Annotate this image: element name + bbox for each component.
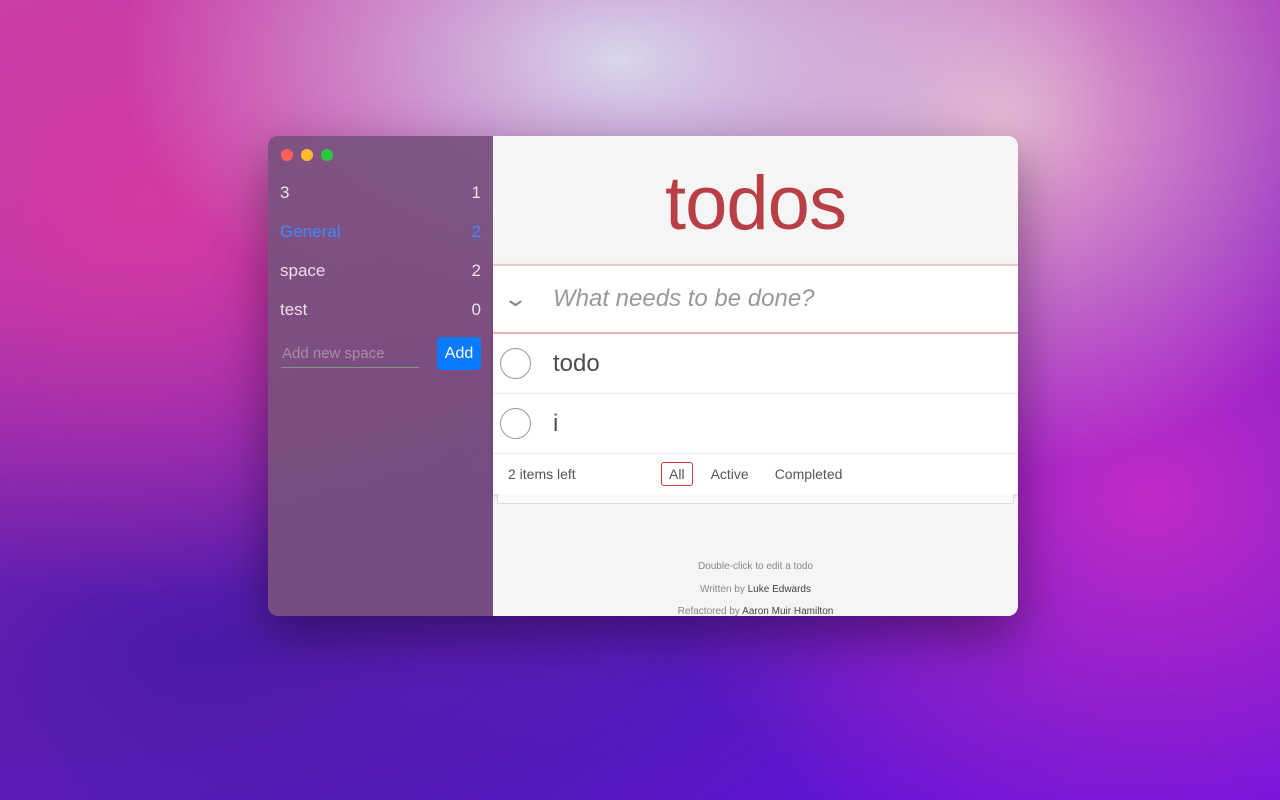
refactor-author-link[interactable]: Aaron Muir Hamilton xyxy=(742,606,833,616)
space-count: 0 xyxy=(471,300,481,319)
space-count: 2 xyxy=(471,261,481,280)
list-stack-decoration xyxy=(497,494,1014,504)
refactored-by-label: Refactored by xyxy=(677,606,740,616)
todo-label[interactable]: todo xyxy=(553,350,600,378)
toggle-all-chevron-icon[interactable]: ⌄ xyxy=(484,286,547,312)
app-window: 31 General2 space2 test0 Add todos ⌄ tod… xyxy=(268,136,1018,616)
space-item[interactable]: General 2 xyxy=(268,222,493,261)
space-item[interactable]: 31 xyxy=(268,183,493,222)
items-left-count: 2 items left xyxy=(508,466,576,482)
space-count: 2 xyxy=(471,222,481,241)
author-link[interactable]: Luke Edwards xyxy=(748,584,811,595)
filter-completed[interactable]: Completed xyxy=(767,462,851,486)
todo-checkbox[interactable] xyxy=(500,348,531,379)
app-title: todos xyxy=(665,161,847,246)
todo-item[interactable]: todo xyxy=(493,334,1018,394)
edit-hint: Double-click to edit a todo xyxy=(697,561,814,572)
todo-label[interactable]: i xyxy=(553,410,558,438)
space-count: 1 xyxy=(471,183,481,202)
todo-checkbox[interactable] xyxy=(500,408,531,439)
space-name: General xyxy=(280,222,341,241)
space-item[interactable]: test 0 xyxy=(268,300,493,339)
new-space-input[interactable] xyxy=(281,339,419,368)
filter-active[interactable]: Active xyxy=(703,462,757,486)
space-name: test xyxy=(280,300,308,319)
sidebar: 31 General 2 space 2 test 0 Add xyxy=(268,136,493,616)
space-name: 3 xyxy=(280,183,290,202)
close-button[interactable] xyxy=(281,149,293,161)
zoom-button[interactable] xyxy=(321,149,333,161)
main-panel: todos ⌄ todo i 2 items left All Active C… xyxy=(493,136,1018,616)
add-space-button[interactable]: Add xyxy=(437,337,481,370)
info-footer: Double-click to edit a todo Written by L… xyxy=(493,556,1018,616)
filter-all[interactable]: All xyxy=(661,462,693,486)
written-by-label: Written by xyxy=(700,583,745,595)
new-todo-input[interactable] xyxy=(553,285,1018,313)
space-name: space xyxy=(280,261,326,280)
todo-item[interactable]: i xyxy=(493,394,1018,454)
minimize-button[interactable] xyxy=(301,149,313,161)
space-item[interactable]: space 2 xyxy=(268,261,493,300)
